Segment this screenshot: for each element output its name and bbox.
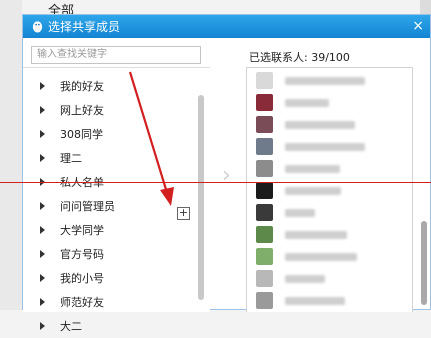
group-item[interactable]: 官方号码 [23,242,203,266]
group-list-scrollbar[interactable] [198,95,204,300]
search-input[interactable]: 输入查找关键字 [31,46,201,64]
contact-item[interactable] [247,290,407,311]
dialog-title: 选择共享成员 [48,20,121,34]
expand-arrow-icon [40,154,45,162]
expand-arrow-icon [40,82,45,90]
contact-name [285,98,329,107]
contact-name [285,186,341,195]
avatar [256,292,273,309]
group-item[interactable]: 师范好友 [23,290,203,314]
annotation-line [0,182,431,183]
contact-item[interactable] [247,224,407,245]
selected-contacts-list [246,67,413,312]
avatar [256,226,273,243]
expand-arrow-icon [40,274,45,282]
expand-arrow-icon [40,322,45,330]
contact-name [285,120,355,129]
contact-name [285,76,365,85]
group-item[interactable]: 问问管理员 [23,194,203,218]
contact-name [285,208,315,217]
contact-name [285,296,345,305]
avatar [256,248,273,265]
avatar [256,160,273,177]
contact-name [285,164,340,173]
contacts-scrollbar[interactable] [421,221,427,305]
avatar [256,182,273,199]
avatar [256,138,273,155]
group-item[interactable]: 理二 [23,146,203,170]
contact-name [285,230,347,239]
expand-arrow-icon [40,130,45,138]
group-list: 我的好友 网上好友 308同学 理二 私人名单 问问管理员 大学同学 官方号码 … [23,67,210,333]
contact-item[interactable] [247,180,407,201]
penguin-icon [32,21,43,33]
group-item[interactable]: 大学同学 [23,218,203,242]
expand-arrow-icon [40,226,45,234]
contact-item[interactable] [247,92,407,113]
dialog-titlebar: 选择共享成员 × [23,15,430,38]
contact-item[interactable] [247,70,407,91]
contact-item[interactable] [247,114,407,135]
group-item[interactable]: 我的好友 [23,74,203,98]
contact-name [285,274,325,283]
avatar [256,94,273,111]
contact-item[interactable] [247,268,407,289]
contact-item[interactable] [247,136,407,157]
group-item[interactable]: 大二 [23,314,203,338]
avatar [256,116,273,133]
transfer-arrow-icon: › [222,163,231,188]
contact-item[interactable] [247,246,407,267]
expand-arrow-icon [40,202,45,210]
avatar [256,204,273,221]
background-panel [0,0,22,310]
share-members-dialog: 选择共享成员 × 输入查找关键字 我的好友 网上好友 308同学 理二 私人名单… [22,14,431,333]
close-button[interactable]: × [412,18,424,34]
expand-arrow-icon [40,298,45,306]
expand-arrow-icon [40,106,45,114]
contact-item[interactable] [247,202,407,223]
group-item[interactable]: 308同学 [23,122,203,146]
avatar [256,72,273,89]
avatar [256,270,273,287]
expand-arrow-icon [40,250,45,258]
group-item[interactable]: 网上好友 [23,98,203,122]
selected-count-label: 已选联系人: 39/100 [249,51,350,64]
contact-item[interactable] [247,158,407,179]
contact-name [285,252,357,261]
add-group-button[interactable]: + [177,207,190,220]
group-item[interactable]: 我的小号 [23,266,203,290]
contact-name [285,142,365,151]
